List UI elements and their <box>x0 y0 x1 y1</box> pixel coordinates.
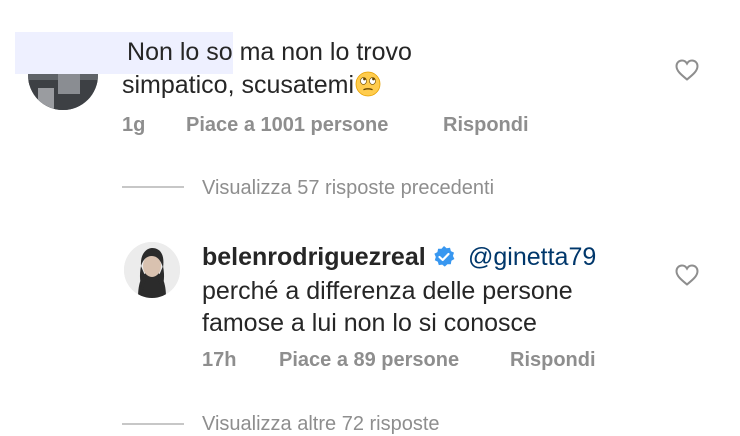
thread-divider <box>122 423 184 425</box>
reply-text: perché a differenza delle persone famose… <box>202 275 642 339</box>
comment-timestamp: 1g <box>122 114 146 136</box>
reply-mention-link[interactable]: @ginetta79 <box>468 243 596 272</box>
comment-likes-link[interactable]: Piace a 1001 persone <box>186 114 388 137</box>
reply-text-line1: perché a differenza delle persone <box>202 277 573 305</box>
view-more-replies-link[interactable]: Visualizza altre 72 risposte <box>202 413 440 436</box>
comment-text-line2: simpatico, scusatemi <box>122 71 355 99</box>
comment-reply-button[interactable]: Rispondi <box>443 114 529 137</box>
reply-reply-button[interactable]: Rispondi <box>510 349 596 372</box>
reply-username[interactable]: belenrodriguezreal <box>202 243 426 272</box>
reply-likes-link[interactable]: Piace a 89 persone <box>279 349 459 372</box>
view-previous-replies-link[interactable]: Visualizza 57 risposte precedenti <box>202 177 494 200</box>
reply-author-avatar[interactable] <box>124 242 180 298</box>
comment-text-line1: Non lo so ma non lo trovo <box>127 38 412 66</box>
comment-text: Non lo so ma non lo trovo simpatico, scu… <box>122 36 642 102</box>
reply-timestamp: 17h <box>202 349 237 371</box>
face-with-rolling-eyes-icon <box>355 71 381 97</box>
reply-text-line2: famose a lui non lo si conosce <box>202 309 537 337</box>
verified-badge-icon <box>432 245 456 269</box>
heart-icon[interactable] <box>675 264 699 286</box>
heart-icon[interactable] <box>675 59 699 81</box>
thread-divider <box>122 186 184 188</box>
